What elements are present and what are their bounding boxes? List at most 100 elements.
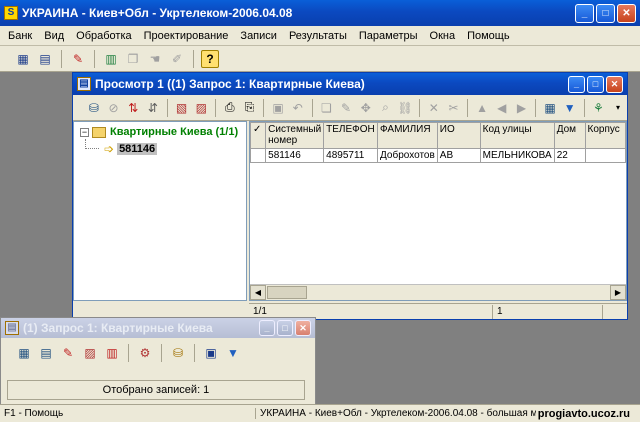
table-cell[interactable]: 22: [553, 148, 586, 163]
query-export-icon[interactable]: ▨: [81, 344, 99, 362]
records-tree: − Квартирные Киева (1/1) ➩ 581146: [73, 121, 247, 301]
filter-icon[interactable]: ▼: [561, 98, 579, 118]
table-cell[interactable]: [584, 148, 626, 163]
arrow-right-icon[interactable]: ▶: [513, 98, 531, 118]
table-cell[interactable]: 4895711: [323, 148, 379, 163]
view-maximize-button[interactable]: □: [587, 75, 604, 93]
folder-icon: [92, 126, 106, 138]
menu-design[interactable]: Проектирование: [144, 30, 229, 42]
scroll-right-icon[interactable]: ▶: [610, 285, 626, 300]
toolbar-separator: [419, 98, 420, 117]
query-filter-icon[interactable]: ▼: [224, 344, 242, 362]
column-header[interactable]: Корпус: [584, 122, 626, 149]
arrow-left-icon[interactable]: ◀: [493, 98, 511, 118]
table-row[interactable]: 581146 4895711 Доброхотов АВ МЕЛЬНИКОВА …: [250, 148, 626, 163]
copy-icon[interactable]: ❐: [124, 50, 142, 68]
table-cell[interactable]: 581146: [265, 148, 325, 163]
toolbar-separator: [166, 98, 168, 117]
view-window-titlebar[interactable]: ▤ Просмотр 1 ((1) Запрос 1: Квартирные К…: [73, 73, 627, 95]
query-toolbar: ▦ ▤ ✎ ▨ ▥ ⚙ ⛁ ▣ ▼: [1, 338, 315, 368]
query-window-titlebar[interactable]: ▤ (1) Запрос 1: Квартирные Киева _ □ ✕: [1, 318, 315, 338]
sort-desc-icon[interactable]: ⇵: [144, 98, 162, 118]
delete-icon[interactable]: ✕: [425, 98, 443, 118]
filter-records-icon[interactable]: ▧: [173, 98, 191, 118]
column-header[interactable]: ИО: [436, 122, 481, 149]
cancel-icon[interactable]: ⊘: [105, 98, 123, 118]
column-header[interactable]: ТЕЛЕФОН: [323, 122, 379, 149]
menu-records[interactable]: Записи: [240, 30, 277, 42]
scroll-left-icon[interactable]: ◀: [250, 285, 266, 300]
view-minimize-button[interactable]: _: [568, 75, 585, 93]
export-icon[interactable]: ▨: [192, 98, 210, 118]
edit-record-icon[interactable]: ✎: [337, 98, 355, 118]
menu-bar: Банк Вид Обработка Проектирование Записи…: [0, 26, 640, 46]
table-cell[interactable]: МЕЛЬНИКОВА: [479, 148, 555, 163]
query-run-icon[interactable]: ⚙: [136, 344, 154, 362]
properties-icon[interactable]: ▦: [541, 98, 559, 118]
database-icon[interactable]: ⛁: [85, 98, 103, 118]
query-chart-icon[interactable]: ▥: [103, 344, 121, 362]
minimize-button[interactable]: _: [575, 3, 594, 23]
print-icon[interactable]: ⎙: [221, 98, 239, 118]
query-maximize-button[interactable]: □: [277, 320, 293, 336]
menu-parameters[interactable]: Параметры: [359, 30, 418, 42]
open-bank-icon[interactable]: ▦: [14, 50, 32, 68]
column-header[interactable]: Дом: [553, 122, 586, 149]
grid-view-icon[interactable]: ▦: [15, 344, 33, 362]
link-icon[interactable]: ⛓: [396, 98, 414, 118]
table-cell[interactable]: АВ: [436, 148, 481, 163]
app-titlebar[interactable]: S УКРАИНА - Киев+Обл - Укртелеком-2006.0…: [0, 0, 640, 26]
stack-icon[interactable]: ⛁: [169, 344, 187, 362]
table-cell[interactable]: Доброхотов: [377, 148, 438, 163]
column-header[interactable]: Код улицы: [479, 122, 555, 149]
search-record-icon[interactable]: ⌕: [377, 98, 395, 118]
horizontal-scrollbar[interactable]: ◀ ▶: [250, 284, 626, 300]
edit-query-icon[interactable]: ✎: [69, 50, 87, 68]
save-icon[interactable]: ▣: [269, 98, 287, 118]
toolbar-separator: [194, 344, 195, 362]
hand-icon[interactable]: ☚: [146, 50, 164, 68]
open-bank-2-icon[interactable]: ▤: [36, 50, 54, 68]
menu-view[interactable]: Вид: [44, 30, 64, 42]
chart-icon[interactable]: ▥: [102, 50, 120, 68]
maximize-button[interactable]: □: [596, 3, 615, 23]
column-header[interactable]: Системный номер: [265, 122, 325, 149]
menu-windows[interactable]: Окна: [430, 30, 456, 42]
pen-icon[interactable]: ✐: [168, 50, 186, 68]
row-selector[interactable]: [250, 148, 267, 163]
arrow-up-icon[interactable]: ▲: [473, 98, 491, 118]
menu-results[interactable]: Результаты: [289, 30, 347, 42]
query-window: ▤ (1) Запрос 1: Квартирные Киева _ □ ✕ ▦…: [0, 317, 316, 405]
menu-bank[interactable]: Банк: [8, 30, 32, 42]
menu-help[interactable]: Помощь: [467, 30, 510, 42]
help-icon[interactable]: ?: [201, 49, 219, 68]
tree-leaf-node[interactable]: ➩ 581146: [104, 142, 158, 156]
close-button[interactable]: ✕: [617, 3, 636, 23]
row-selector-header[interactable]: ✓: [250, 122, 267, 149]
sort-icon[interactable]: ⇅: [124, 98, 142, 118]
view-window-icon: ▤: [77, 77, 91, 91]
query-edit-icon[interactable]: ✎: [59, 344, 77, 362]
query-minimize-button[interactable]: _: [259, 320, 275, 336]
toolbar-separator: [94, 49, 95, 68]
view-window: ▤ Просмотр 1 ((1) Запрос 1: Квартирные К…: [72, 72, 628, 320]
dropdown-icon[interactable]: ▾: [609, 98, 627, 118]
print-preview-icon[interactable]: ⎘: [241, 98, 259, 118]
tree-root-node[interactable]: − Квартирные Киева (1/1): [80, 126, 238, 138]
cut-icon[interactable]: ✂: [445, 98, 463, 118]
view-close-button[interactable]: ✕: [606, 75, 623, 93]
tree-view-icon[interactable]: ⚘: [589, 98, 607, 118]
undo-icon[interactable]: ↶: [289, 98, 307, 118]
check-icon: ✓: [253, 124, 262, 135]
scroll-thumb[interactable]: [267, 286, 307, 299]
new-record-icon[interactable]: ❏: [318, 98, 336, 118]
toolbar-separator: [467, 98, 469, 117]
collapse-icon[interactable]: −: [80, 127, 89, 137]
app-window: S УКРАИНА - Киев+Обл - Укртелеком-2006.0…: [0, 0, 640, 422]
column-header[interactable]: ФАМИЛИЯ: [377, 122, 438, 149]
form-view-icon[interactable]: ▤: [37, 344, 55, 362]
menu-processing[interactable]: Обработка: [76, 30, 131, 42]
query-close-button[interactable]: ✕: [295, 320, 311, 336]
query-save-icon[interactable]: ▣: [202, 344, 220, 362]
move-record-icon[interactable]: ✥: [357, 98, 375, 118]
